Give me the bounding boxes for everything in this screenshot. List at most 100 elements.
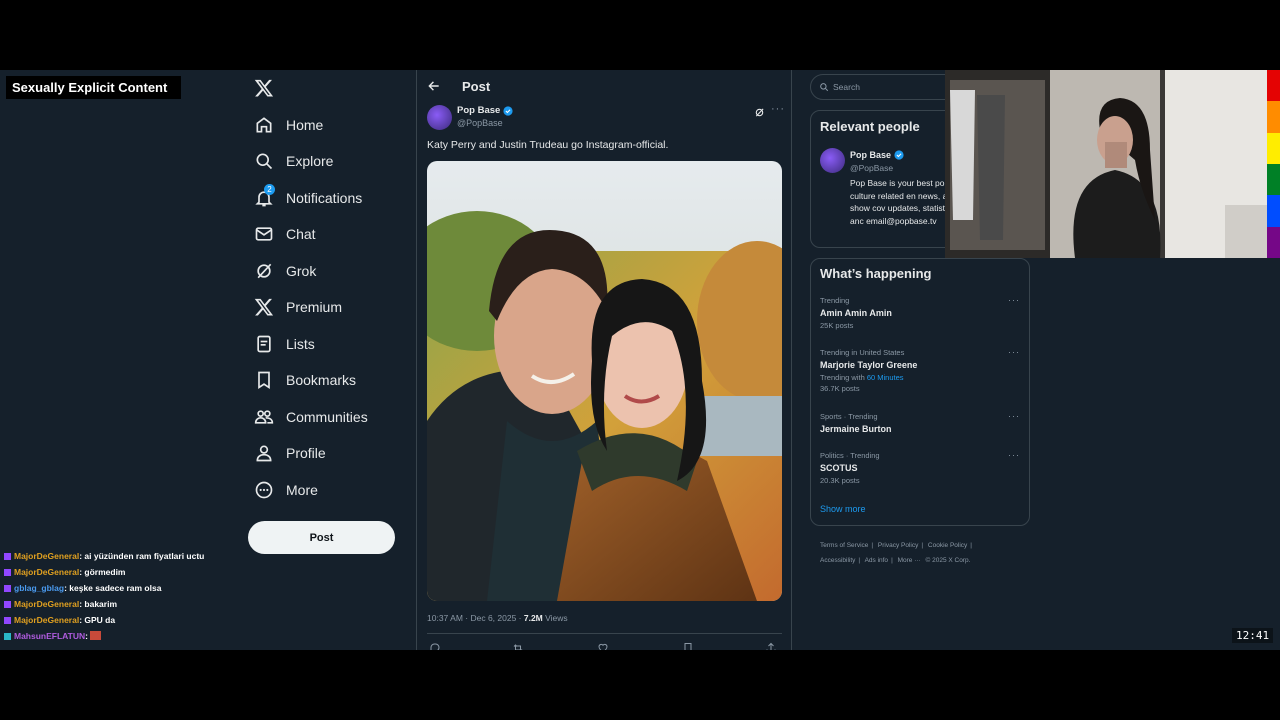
tweet-timestamp: 10:37 AM · Dec 6, 2025 · 7.2M Views xyxy=(427,613,568,623)
chat-text: bakarim xyxy=(84,599,118,609)
view-label: Views xyxy=(542,613,568,623)
sidebar-item-label: More xyxy=(286,482,318,498)
reply-button[interactable] xyxy=(429,642,446,650)
trend-count: 25K posts xyxy=(820,321,854,330)
sidebar-item-grok[interactable]: Grok xyxy=(254,256,316,286)
whats-happening-title: What’s happening xyxy=(820,266,932,281)
share-button[interactable] xyxy=(765,642,782,650)
sidebar-item-more[interactable]: More xyxy=(254,475,318,505)
footer-link-ads[interactable]: Ads info xyxy=(865,557,889,564)
relevant-avatar[interactable] xyxy=(820,148,845,173)
footer-separator: | xyxy=(891,557,893,564)
trend-name: Marjorie Taylor Greene xyxy=(820,360,918,370)
sidebar-nav: Home Explore 2 Notifications Chat Grok P… xyxy=(248,70,416,650)
more-options-icon[interactable]: ··· xyxy=(1008,450,1020,460)
footer-line: Terms of Service | Privacy Policy | Cookie… xyxy=(820,538,1020,553)
communities-icon xyxy=(254,407,274,427)
sidebar-item-profile[interactable]: Profile xyxy=(254,438,326,468)
list-icon xyxy=(254,334,274,354)
sidebar-item-home[interactable]: Home xyxy=(254,110,323,140)
sidebar-item-bookmarks[interactable]: Bookmarks xyxy=(254,365,356,395)
grok-icon[interactable] xyxy=(754,105,765,117)
author-name[interactable]: Pop Base xyxy=(457,105,513,116)
chat-badge-icon xyxy=(4,617,11,624)
footer-separator: | xyxy=(858,557,861,564)
relevant-people-title: Relevant people xyxy=(820,119,920,134)
sidebar-item-premium[interactable]: Premium xyxy=(254,292,342,322)
stream-clock: 12:41 xyxy=(1232,628,1274,643)
emote-icon xyxy=(90,631,102,640)
repost-icon xyxy=(513,644,523,650)
rainbow-stripe xyxy=(1267,70,1280,258)
trend-item[interactable]: Politics · Trending SCOTUS 20.3K posts ·… xyxy=(820,450,1020,486)
trend-item[interactable]: Trending Amin Amin Amin 25K posts ··· xyxy=(820,295,1020,331)
back-arrow-icon[interactable] xyxy=(427,79,441,93)
sidebar-item-communities[interactable]: Communities xyxy=(254,402,368,432)
more-options-icon[interactable]: ··· xyxy=(771,103,785,115)
home-icon xyxy=(254,115,274,135)
chat-username: MajorDeGeneral xyxy=(14,551,80,561)
repost-button[interactable] xyxy=(512,642,529,650)
more-options-icon[interactable]: ··· xyxy=(1008,295,1020,305)
chat-badge-icon xyxy=(4,553,11,560)
chat-message: MahsunEFLATUN: xyxy=(4,628,236,644)
chat-username: MajorDeGeneral xyxy=(14,567,80,577)
sidebar-item-label: Grok xyxy=(286,263,317,279)
share-icon xyxy=(766,642,776,650)
x-logo-icon[interactable] xyxy=(254,78,274,98)
main-column: Post Pop Base @PopBase ··· Katy Perry an… xyxy=(416,70,792,650)
chat-badge-icon xyxy=(4,601,11,608)
sidebar-item-lists[interactable]: Lists xyxy=(254,329,315,359)
footer-link-more[interactable]: More ··· xyxy=(898,557,921,564)
trend-category: Sports · Trending xyxy=(820,412,878,421)
divider xyxy=(427,633,782,634)
author-handle[interactable]: @PopBase xyxy=(457,118,503,128)
more-circle-icon xyxy=(254,480,274,500)
chat-badge-icon xyxy=(4,569,11,576)
search-placeholder: Search xyxy=(833,82,860,92)
show-more-link[interactable]: Show more xyxy=(820,504,866,514)
trend-category: Politics · Trending xyxy=(820,451,880,460)
footer-separator: | xyxy=(921,542,924,549)
more-options-icon[interactable]: ··· xyxy=(1008,347,1020,357)
relevant-handle[interactable]: @PopBase xyxy=(850,163,893,173)
stream-overlay: Sexually Explicit Content MajorDeGeneral… xyxy=(0,70,240,650)
bookmark-button[interactable] xyxy=(682,642,699,650)
trend-item[interactable]: Sports · Trending Jermaine Burton ··· xyxy=(820,411,1020,436)
author-avatar[interactable] xyxy=(427,105,452,130)
chat-username: MajorDeGeneral xyxy=(14,615,80,625)
mail-icon xyxy=(254,224,274,244)
tweet-actions xyxy=(427,642,782,650)
post-button[interactable]: Post xyxy=(248,521,395,554)
sidebar-item-explore[interactable]: Explore xyxy=(254,146,333,176)
trend-category: Trending xyxy=(820,296,850,305)
footer-link-accessibility[interactable]: Accessibility xyxy=(820,557,855,564)
verified-badge-icon xyxy=(503,105,513,116)
chat-text: ai yüzünden ram fiyatlari uctu xyxy=(84,551,205,561)
trend-name: SCOTUS xyxy=(820,463,858,473)
footer-link-privacy[interactable]: Privacy Policy xyxy=(878,542,918,549)
chat-username: gblag_gblag xyxy=(14,583,65,593)
trend-item[interactable]: Trending in United States Marjorie Taylo… xyxy=(820,347,1020,394)
footer-separator: | xyxy=(970,542,972,549)
heart-icon xyxy=(598,643,608,650)
sidebar-item-label: Explore xyxy=(286,153,334,169)
tweet-photo[interactable] xyxy=(427,161,782,601)
footer-link-terms[interactable]: Terms of Service xyxy=(820,542,868,549)
chat-username: MahsunEFLATUN xyxy=(14,631,86,641)
sidebar-item-label: Bookmarks xyxy=(286,372,357,388)
chat-message: MajorDeGeneral: GPU da xyxy=(4,612,236,628)
more-options-icon[interactable]: ··· xyxy=(1008,411,1020,421)
screen: Sexually Explicit Content MajorDeGeneral… xyxy=(0,70,1280,650)
sidebar-item-chat[interactable]: Chat xyxy=(254,219,316,249)
sidebar-item-label: Notifications xyxy=(286,190,363,206)
sidebar-item-notifications[interactable]: 2 Notifications xyxy=(254,183,362,213)
person-icon xyxy=(254,443,274,463)
relevant-name[interactable]: Pop Base xyxy=(850,150,904,160)
like-button[interactable] xyxy=(597,642,614,650)
footer-link-cookie[interactable]: Cookie Policy xyxy=(928,542,967,549)
chat-text: keşke sadece ram olsa xyxy=(69,583,162,593)
footer-line: Accessibility | Ads info | More ··· © 2025… xyxy=(820,553,1020,568)
webcam-feed xyxy=(945,70,1267,258)
trend-context-link[interactable]: 60 Minutes xyxy=(867,373,904,382)
